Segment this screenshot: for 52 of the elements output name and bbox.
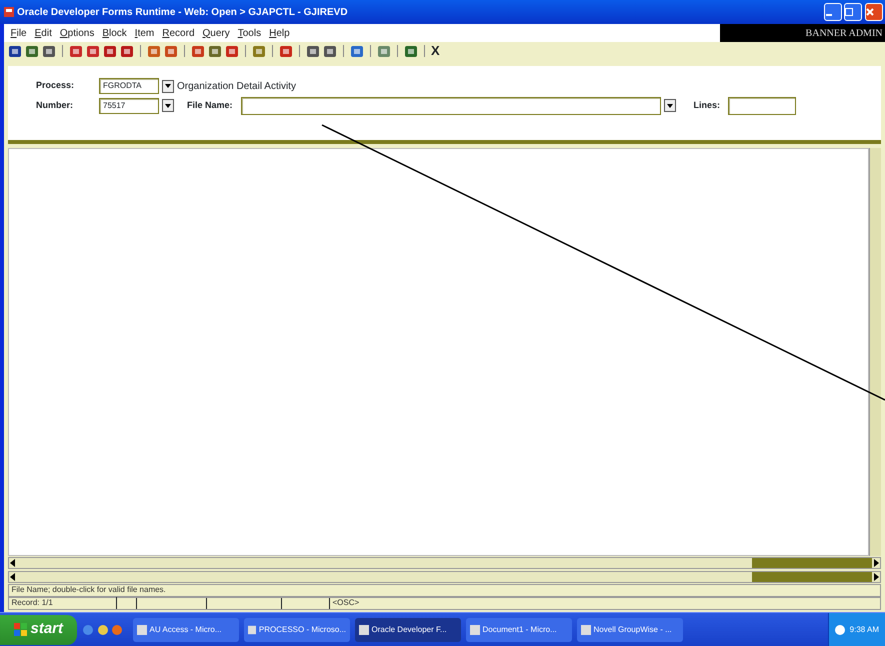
file-name-field[interactable]: [240, 96, 661, 114]
window-icon: [581, 624, 592, 634]
dropdown-button[interactable]: [162, 80, 174, 92]
windows-logo-icon: [14, 622, 28, 636]
minimize-button[interactable]: [824, 3, 842, 21]
menu-item[interactable]: Help: [265, 26, 294, 40]
window-icon: [470, 624, 480, 634]
window-icon: [248, 624, 256, 634]
menu-item[interactable]: File: [6, 26, 31, 40]
mode-indicator: <OSC>: [332, 597, 360, 609]
window-icon: [359, 624, 370, 634]
description-text: Organization Detail Activity: [177, 80, 296, 94]
field-label: Process:: [36, 79, 76, 92]
field-label: Lines:: [694, 98, 720, 112]
vertical-scrollbar[interactable]: [869, 148, 881, 556]
horizontal-scrollbar[interactable]: [8, 556, 881, 568]
start-button[interactable]: start: [0, 614, 78, 644]
process-field[interactable]: FGRODTA: [99, 78, 159, 94]
taskbar-button[interactable]: Oracle Developer F...: [355, 618, 462, 642]
field-label: File Name:: [187, 98, 233, 112]
horizontal-scrollbar[interactable]: [8, 570, 881, 582]
taskbar-button[interactable]: AU Access - Micro...: [133, 618, 240, 642]
caret-icon: [666, 104, 673, 108]
menu-item[interactable]: Item: [130, 26, 158, 40]
app-icon: [2, 6, 14, 18]
menu-item[interactable]: Record: [158, 26, 198, 40]
window-icon: [137, 624, 148, 634]
status-message: File Name; double-click for valid file names.: [12, 584, 166, 596]
maximize-button[interactable]: [844, 3, 862, 21]
field-label: Number:: [36, 98, 74, 112]
maximize-icon: [845, 8, 853, 16]
menu-item[interactable]: Edit: [30, 26, 56, 40]
taskbar-button[interactable]: Document1 - Micro...: [466, 618, 572, 642]
menu-item[interactable]: Options: [56, 26, 98, 40]
number-field[interactable]: 75517: [99, 98, 159, 114]
dropdown-button[interactable]: [162, 99, 174, 112]
close-button[interactable]: [864, 3, 882, 21]
exit-button[interactable]: X: [431, 41, 440, 61]
banner-text: BANNER ADMIN: [806, 26, 882, 40]
dropdown-button[interactable]: [664, 99, 676, 112]
menu-item[interactable]: Block: [98, 26, 131, 40]
menu-item[interactable]: Query: [198, 26, 234, 40]
window-title: Oracle Developer Forms Runtime - Web: Open > GJAPCTL - GJIREVD: [17, 6, 349, 20]
record-counter: Record: 1/1: [9, 597, 117, 609]
clock-text: 9:38 AM: [850, 624, 879, 636]
close-icon: [866, 8, 874, 16]
taskbar-button[interactable]: Novell GroupWise - ...: [577, 618, 684, 642]
menu-item[interactable]: Tools: [234, 26, 266, 40]
caret-icon: [165, 84, 171, 88]
lines-field[interactable]: [728, 96, 796, 114]
caret-icon: [165, 104, 171, 108]
taskbar-button[interactable]: PROCESSO - Microso...: [244, 618, 350, 642]
